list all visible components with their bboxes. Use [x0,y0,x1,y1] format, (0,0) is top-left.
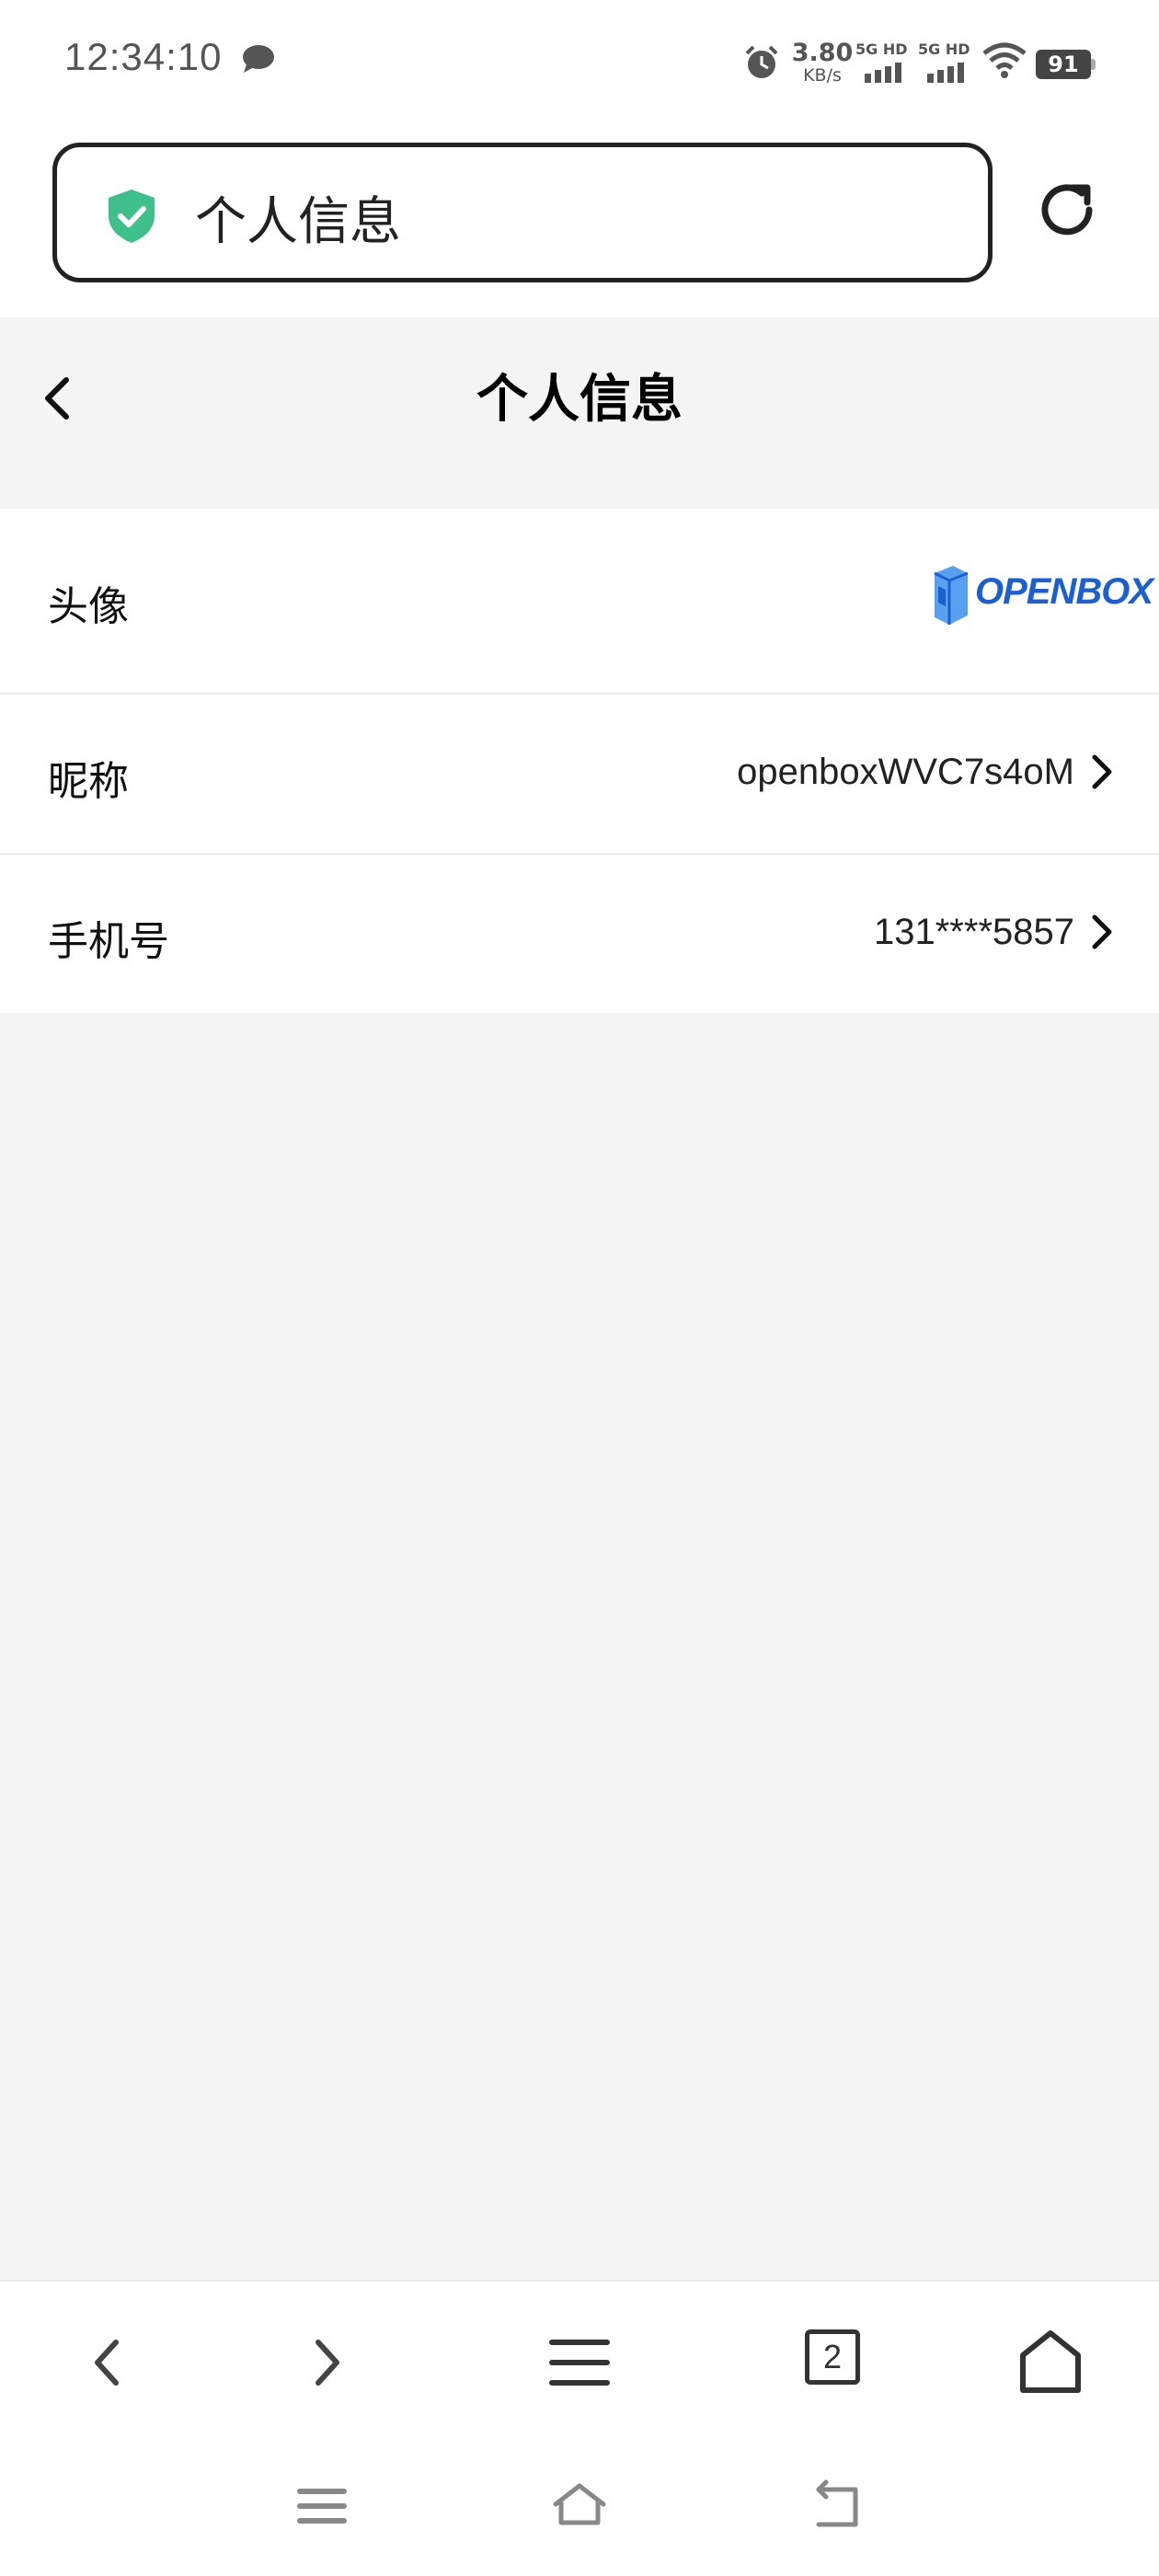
system-nav-bar [0,2436,1159,2576]
address-title: 个人信息 [195,192,401,252]
nickname-label: 昵称 [48,758,129,805]
avatar-row[interactable]: 头像 OPENBOX [0,509,1159,693]
avatar-logo-text: OPENBOX [975,571,1153,612]
status-time: 12:34:10 [64,35,223,78]
signal-bars-icon [865,63,901,83]
nickname-value: openboxWVC7s4oM [737,752,1074,792]
phone-value: 131****5857 [874,912,1074,952]
chevron-right-icon [1092,914,1112,949]
net-speed-value: 3.80 [791,39,854,67]
system-home-icon[interactable] [550,2477,609,2536]
shield-check-icon [109,190,155,243]
page-header: 个人信息 [0,317,1159,509]
sim1-signal: 5G HD [855,40,912,83]
sim2-signal: 5G HD [918,40,975,83]
address-bar: 个人信息 [0,129,1159,317]
refresh-icon[interactable] [1034,177,1100,243]
network-speed: 3.80 KB/s [789,40,855,85]
chevron-right-icon [1092,754,1112,789]
browser-toolbar: 2 [0,2280,1159,2436]
nickname-row[interactable]: 昵称 openboxWVC7s4oM [0,695,1159,853]
recent-apps-icon[interactable] [293,2477,351,2536]
phone-row[interactable]: 手机号 131****5857 [0,855,1159,1013]
signal-bars-icon [927,63,964,83]
sim1-label: 5G HD [855,40,908,58]
wifi-icon [982,42,1027,78]
menu-icon[interactable] [543,2326,616,2399]
phone-label: 手机号 [48,918,169,965]
tabs-button[interactable]: 2 [805,2329,860,2385]
alarm-icon [745,45,778,78]
avatar-image[interactable]: OPENBOX [929,558,1153,632]
status-bar: 12:34:10 3.80 KB/s 5G HD 5G HD 91 [0,0,1159,129]
page-title: 个人信息 [476,370,683,430]
sim2-label: 5G HD [918,40,970,58]
address-field[interactable]: 个人信息 [52,143,993,282]
battery-tip [1091,59,1096,70]
battery-indicator: 91 [1036,50,1096,79]
battery-level: 91 [1036,50,1091,79]
browser-forward-icon[interactable] [291,2326,364,2399]
browser-back-icon[interactable] [70,2326,143,2399]
net-speed-unit: KB/s [803,65,842,86]
openbox-cube-icon [934,566,969,625]
system-back-icon[interactable] [808,2477,866,2536]
avatar-label: 头像 [48,583,129,630]
chat-bubble-icon [243,45,274,73]
home-icon[interactable] [1014,2326,1087,2399]
